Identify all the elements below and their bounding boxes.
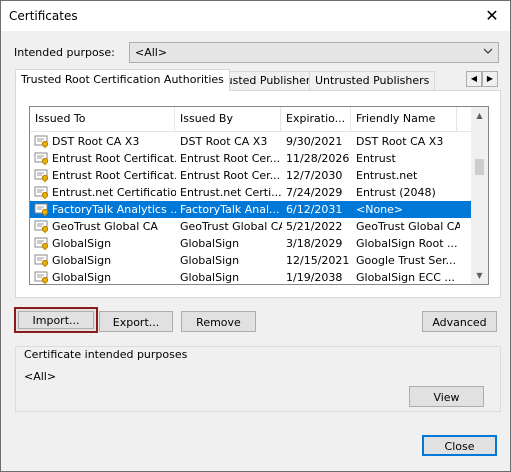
tab-panel: Issued To Issued By Expiratio... Friendl… (15, 90, 501, 298)
cell-issued-to: FactoryTalk Analytics ... (52, 203, 176, 216)
title-bar: Certificates ✕ (1, 1, 510, 31)
intended-purposes-value: <All> (24, 370, 57, 383)
cell-issued-by: Entrust Root Cer... (180, 169, 281, 182)
chevron-down-icon (483, 48, 493, 54)
intended-purpose-dropdown[interactable]: <All> (129, 42, 499, 63)
cell-friendly: GlobalSign ECC ... (356, 271, 455, 284)
tab-strip: Trusted Root Certification Authorities T… (15, 69, 499, 91)
cell-friendly: GeoTrust Global CA (356, 220, 460, 233)
cell-expiration: 7/24/2029 (286, 186, 343, 199)
certificate-icon (34, 203, 49, 217)
column-friendly-name[interactable]: Friendly Name (351, 107, 457, 131)
cell-issued-to: GeoTrust Global CA (52, 220, 158, 233)
intended-purposes-group: Certificate intended purposes <All> View (15, 346, 501, 412)
list-header: Issued To Issued By Expiratio... Friendl… (30, 107, 471, 132)
table-row[interactable]: FactoryTalk Analytics ... FactoryTalk Ana… (30, 201, 471, 218)
certificate-list[interactable]: Issued To Issued By Expiratio... Friendl… (29, 106, 489, 285)
cell-issued-by: GlobalSign (180, 237, 240, 250)
tab-scroll-right-icon[interactable]: ▶ (482, 71, 498, 87)
certificate-icon (34, 186, 49, 200)
close-icon[interactable]: ✕ (480, 4, 504, 28)
cell-expiration: 3/18/2029 (286, 237, 343, 250)
cell-issued-to: DST Root CA X3 (52, 135, 140, 148)
import-button[interactable]: Import... (14, 307, 98, 333)
column-issued-by[interactable]: Issued By (175, 107, 281, 131)
cell-issued-to: Entrust Root Certificat... (52, 169, 176, 182)
certificates-dialog: Certificates ✕ Intended purpose: <All> T… (0, 0, 511, 472)
certificate-icon (34, 220, 49, 234)
cell-friendly: GlobalSign Root ... (356, 237, 458, 250)
cell-issued-to: GlobalSign (52, 254, 112, 267)
cell-expiration: 1/19/2038 (286, 271, 343, 284)
cell-expiration: 9/30/2021 (286, 135, 343, 148)
remove-button[interactable]: Remove (181, 311, 256, 332)
table-row[interactable]: GlobalSign GlobalSign 1/19/2038 GlobalSign … (30, 269, 471, 284)
scroll-thumb[interactable] (475, 159, 484, 175)
intended-purposes-heading: Certificate intended purposes (24, 348, 188, 361)
cell-expiration: 6/12/2031 (286, 203, 343, 216)
import-button-label: Import... (18, 311, 94, 329)
export-button[interactable]: Export... (99, 311, 173, 332)
cell-expiration: 5/21/2022 (286, 220, 343, 233)
cell-expiration: 11/28/2026 (286, 152, 350, 165)
close-button[interactable]: Close (422, 435, 497, 456)
certificate-icon (34, 254, 49, 268)
cell-issued-by: GlobalSign (180, 254, 240, 267)
certificate-icon (34, 135, 49, 149)
table-row[interactable]: GlobalSign GlobalSign 12/15/2021 Google Tru… (30, 252, 471, 269)
cell-issued-by: FactoryTalk Anal... (180, 203, 280, 216)
certificate-icon (34, 271, 49, 284)
scroll-up-icon[interactable]: ▲ (471, 107, 488, 124)
table-row[interactable]: Entrust Root Certificat... Entrust Root C… (30, 150, 471, 167)
cell-issued-by: GlobalSign (180, 271, 240, 284)
advanced-button[interactable]: Advanced (422, 311, 497, 332)
view-button[interactable]: View (409, 386, 484, 407)
tab-untrusted-publishers[interactable]: Untrusted Publishers (309, 71, 436, 91)
cell-issued-to: GlobalSign (52, 237, 112, 250)
cell-issued-by: Entrust Root Cer... (180, 152, 281, 165)
cell-issued-by: Entrust.net Certi... (180, 186, 282, 199)
cell-expiration: 12/15/2021 (286, 254, 350, 267)
scroll-down-icon[interactable]: ▼ (471, 267, 488, 284)
cell-friendly: Entrust.net (356, 169, 418, 182)
cell-expiration: 12/7/2030 (286, 169, 343, 182)
cell-issued-by: DST Root CA X3 (180, 135, 268, 148)
cell-issued-to: Entrust Root Certificat... (52, 152, 176, 165)
certificate-icon (34, 169, 49, 183)
table-row[interactable]: GeoTrust Global CA GeoTrust Global CA 5/21… (30, 218, 471, 235)
table-row[interactable]: DST Root CA X3 DST Root CA X3 9/30/2021 DST… (30, 133, 471, 150)
window-title: Certificates (9, 9, 78, 23)
intended-purpose-label: Intended purpose: (14, 46, 115, 59)
cell-friendly: Entrust (2048) (356, 186, 436, 199)
cell-friendly: Entrust (356, 152, 396, 165)
cell-issued-by: GeoTrust Global CA (180, 220, 282, 233)
tab-trusted-root[interactable]: Trusted Root Certification Authorities (15, 69, 230, 91)
table-row[interactable]: GlobalSign GlobalSign 3/18/2029 GlobalSign … (30, 235, 471, 252)
table-row[interactable]: Entrust.net Certificatio... Entrust.net C… (30, 184, 471, 201)
cell-issued-to: Entrust.net Certificatio... (52, 186, 176, 199)
intended-purpose-value: <All> (135, 46, 168, 59)
column-expiration[interactable]: Expiratio... (281, 107, 351, 131)
tab-scroll-left-icon[interactable]: ◀ (466, 71, 482, 87)
vertical-scrollbar[interactable]: ▲ ▼ (471, 107, 488, 284)
cell-friendly: DST Root CA X3 (356, 135, 444, 148)
cell-friendly: <None> (356, 203, 404, 216)
cell-issued-to: GlobalSign (52, 271, 112, 284)
cell-friendly: Google Trust Ser... (356, 254, 457, 267)
certificate-icon (34, 152, 49, 166)
certificate-icon (34, 237, 49, 251)
column-issued-to[interactable]: Issued To (30, 107, 175, 131)
table-row[interactable]: Entrust Root Certificat... Entrust Root C… (30, 167, 471, 184)
